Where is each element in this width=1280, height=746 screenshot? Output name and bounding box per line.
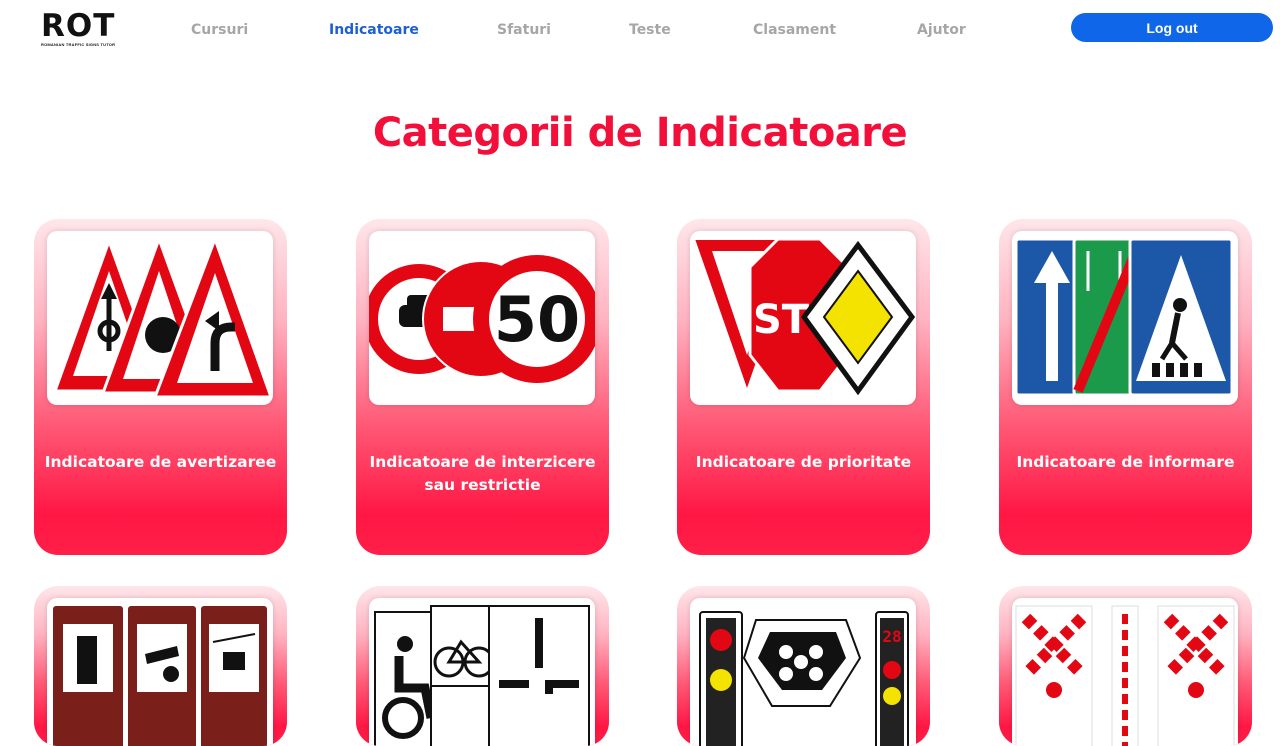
category-card-additional[interactable] <box>356 586 609 746</box>
page-title: Categorii de Indicatoare <box>372 110 908 156</box>
category-card-information[interactable]: Indicatoare de informare <box>999 219 1252 555</box>
category-label-information: Indicatoare de informare <box>1016 453 1235 471</box>
traffic-lights-image: 28 <box>690 598 916 746</box>
category-label-warning: Indicatoare de avertizaree <box>44 453 277 471</box>
category-card-prohibition[interactable]: 50 Indicatoare de interzicere sau restri… <box>356 219 609 555</box>
category-card-railway[interactable] <box>999 586 1252 746</box>
traffic-light-counter-text: 28 <box>882 627 901 646</box>
nav-ajutor[interactable]: Ajutor <box>917 22 966 42</box>
nav-cursuri[interactable]: Cursuri <box>191 22 248 42</box>
nav-teste[interactable]: Teste <box>629 22 671 42</box>
tourist-signs-image <box>47 598 273 746</box>
information-signs-image <box>1012 231 1238 405</box>
additional-panels-image <box>369 598 595 746</box>
category-card-priority[interactable]: STO Indicatoare de prioritate <box>677 219 930 555</box>
speed-limit-text: 50 <box>494 283 580 356</box>
nav-clasament[interactable]: Clasament <box>753 22 836 42</box>
priority-signs-image: STO <box>690 231 916 405</box>
nav-indicatoare[interactable]: Indicatoare <box>329 22 419 42</box>
logo[interactable]: ROT ROMANIAN TRAFFIC SIGNS TUTOR <box>41 8 135 48</box>
logout-button[interactable]: Log out <box>1071 13 1273 42</box>
warning-signs-image <box>47 231 273 405</box>
nav-sfaturi[interactable]: Sfaturi <box>497 22 551 42</box>
category-label-priority: Indicatoare de prioritate <box>695 453 912 471</box>
category-card-tourist[interactable] <box>34 586 287 746</box>
logo-subtitle: ROMANIAN TRAFFIC SIGNS TUTOR <box>41 42 116 47</box>
prohibition-signs-image: 50 <box>369 231 595 405</box>
category-label-prohibition: Indicatoare de interzicere sau restricti… <box>369 453 596 494</box>
railway-crossing-signs-image <box>1012 598 1238 746</box>
category-card-traffic-lights[interactable]: 28 <box>677 586 930 746</box>
category-card-warning[interactable]: Indicatoare de avertizaree <box>34 219 287 555</box>
logo-text: ROT <box>41 8 116 44</box>
